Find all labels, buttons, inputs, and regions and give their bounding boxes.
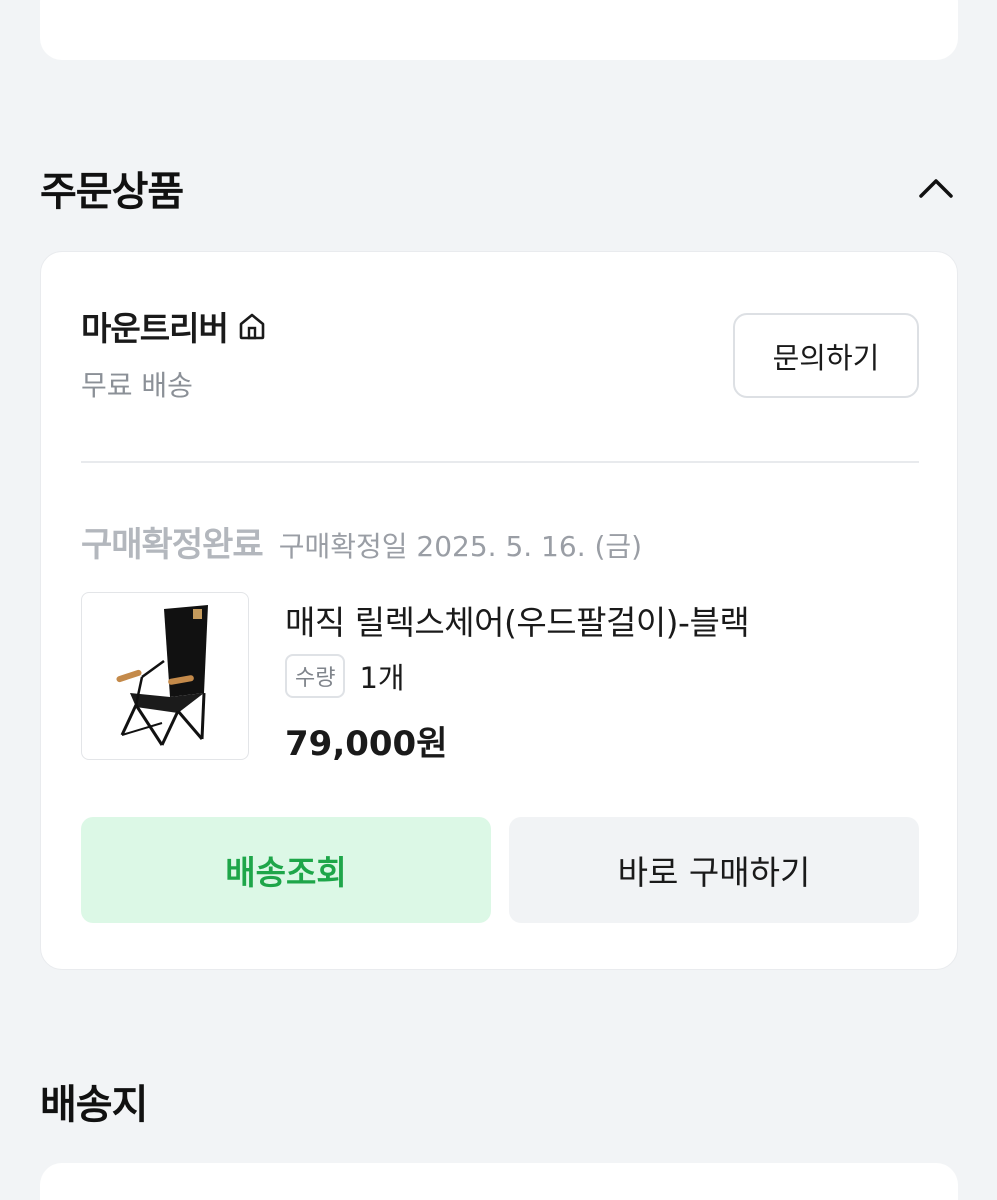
product-row[interactable]: 매직 릴렉스체어(우드팔걸이)-블랙 수량 1개 79,000원	[81, 592, 919, 764]
shipping-fee: 무료 배송	[81, 369, 193, 402]
track-delivery-button[interactable]: 배송조회	[81, 817, 491, 923]
buy-now-button[interactable]: 바로 구매하기	[509, 817, 919, 923]
divider	[81, 461, 919, 463]
shipping-section-header: 배송지	[40, 1071, 958, 1131]
product-price: 79,000원	[285, 724, 448, 764]
home-icon	[239, 313, 265, 340]
section-title: 주문상품	[40, 169, 184, 215]
previous-card	[40, 0, 958, 60]
shipping-address-card	[40, 1163, 958, 1200]
order-status-row: 구매확정완료 구매확정일 2025. 5. 16. (금)	[81, 517, 642, 566]
action-buttons: 배송조회 바로 구매하기	[81, 817, 919, 923]
seller-link[interactable]: 마운트리버	[81, 302, 268, 350]
quantity-row: 수량 1개	[285, 654, 405, 698]
confirm-date: 구매확정일 2025. 5. 16. (금)	[278, 530, 643, 563]
quantity-value: 1개	[359, 661, 405, 695]
order-section-header: 주문상품	[40, 158, 958, 218]
seller-name: 마운트리버	[81, 309, 229, 348]
seller-row: 마운트리버 무료 배송 문의하기	[81, 302, 919, 402]
section-title: 배송지	[40, 1082, 148, 1128]
status-label: 구매확정완료	[81, 525, 264, 565]
quantity-badge: 수량	[285, 654, 346, 698]
order-detail-page: 주문상품 마운트리버 무료 배송 문의하기 구매확정완료 구매확정일 2025.…	[0, 0, 997, 1200]
order-card: 마운트리버 무료 배송 문의하기 구매확정완료 구매확정일 2025. 5. 1…	[40, 251, 958, 970]
collapse-button[interactable]	[914, 166, 958, 210]
chair-image	[116, 605, 208, 746]
product-thumbnail[interactable]	[81, 592, 249, 760]
product-name[interactable]: 매직 릴렉스체어(우드팔걸이)-블랙	[285, 596, 750, 644]
chevron-up-icon	[919, 179, 953, 198]
inquiry-button[interactable]: 문의하기	[733, 313, 919, 398]
